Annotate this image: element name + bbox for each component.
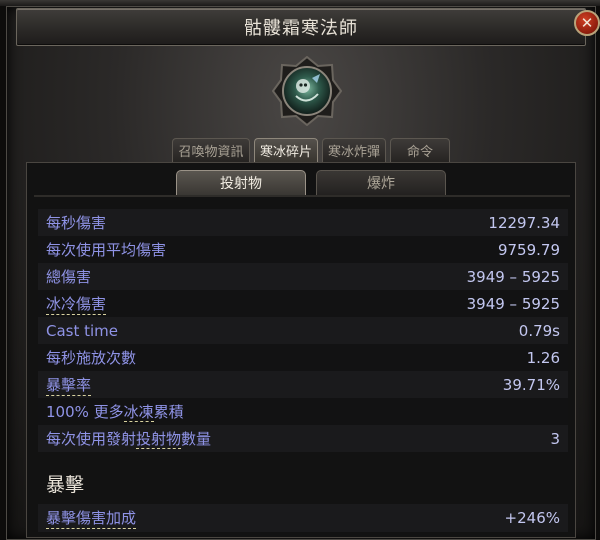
- stat-label-crit-chance[interactable]: 暴擊率: [46, 374, 92, 396]
- stat-value: 1.26: [526, 348, 560, 367]
- close-icon: ✕: [580, 14, 594, 32]
- stat-value: 3: [550, 429, 560, 448]
- stat-label-freeze-buildup[interactable]: 100% 更多冰凍累積: [46, 401, 184, 422]
- tab-ice-shards[interactable]: 寒冰碎片: [254, 138, 318, 162]
- stat-row-avg-damage: 每次使用平均傷害 9759.79: [38, 236, 568, 263]
- stats-list: 每秒傷害 12297.34 每次使用平均傷害 9759.79 總傷害 3949 …: [38, 209, 568, 452]
- window-title: 骷髏霜寒法師: [244, 18, 358, 39]
- stat-row-dps: 每秒傷害 12297.34: [38, 209, 568, 236]
- stat-label: 每秒傷害: [46, 214, 107, 232]
- stat-value: 3949 – 5925: [466, 294, 560, 313]
- stat-label-crit-damage[interactable]: 暴擊傷害加成: [46, 507, 137, 529]
- tab-minion-info[interactable]: 召喚物資訊: [172, 138, 250, 162]
- stat-label: Cast time: [46, 321, 119, 340]
- stat-row-total-damage: 總傷害 3949 – 5925: [38, 263, 568, 290]
- stat-value: 3949 – 5925: [466, 267, 560, 286]
- stat-row-cast-time: Cast time 0.79s: [38, 317, 568, 344]
- stat-row-projectile-count[interactable]: 每次使用發射投射物數量 3: [38, 425, 568, 452]
- stat-value: 9759.79: [497, 240, 560, 259]
- stat-row-crit-damage[interactable]: 暴擊傷害加成 +246%: [38, 504, 568, 532]
- stat-value: 0.79s: [518, 321, 560, 340]
- subtab-divider: [34, 195, 570, 197]
- stat-row-casts-per-second: 每秒施放次數 1.26: [38, 344, 568, 371]
- section-heading-critical: 暴擊: [46, 474, 85, 496]
- stat-label-cold-damage[interactable]: 冰冷傷害: [46, 293, 107, 315]
- skeleton-frost-mage-emblem-icon: [271, 55, 343, 127]
- stat-value: 12297.34: [488, 213, 560, 232]
- stat-value: 39.71%: [502, 375, 560, 394]
- stat-row-freeze-buildup[interactable]: 100% 更多冰凍累積: [38, 398, 568, 425]
- stat-label: 每次使用平均傷害: [46, 241, 167, 259]
- stat-label-projectile-count[interactable]: 每次使用發射投射物數量: [46, 428, 211, 449]
- stat-label: 每秒施放次數: [46, 349, 137, 367]
- subtab-projectile[interactable]: 投射物: [176, 170, 306, 195]
- tab-command[interactable]: 命令: [390, 138, 450, 162]
- title-bar: 骷髏霜寒法師: [16, 8, 586, 46]
- stat-label: 總傷害: [46, 268, 92, 286]
- stat-row-crit-chance[interactable]: 暴擊率 39.71%: [38, 371, 568, 398]
- tab-ice-bomb[interactable]: 寒冰炸彈: [322, 138, 386, 162]
- close-button[interactable]: ✕: [574, 10, 600, 36]
- stat-row-cold-damage[interactable]: 冰冷傷害 3949 – 5925: [38, 290, 568, 317]
- subtab-explosion[interactable]: 爆炸: [316, 170, 446, 195]
- stat-value: +246%: [504, 509, 560, 527]
